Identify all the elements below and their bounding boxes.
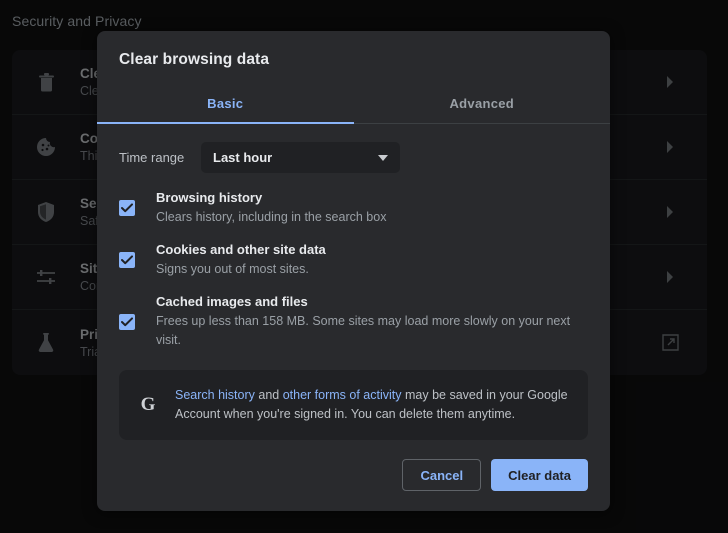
option-title: Browsing history: [156, 190, 263, 205]
dialog-body: Time range Last hour Browsing history Cl…: [97, 124, 610, 459]
chevron-down-icon: [378, 154, 388, 161]
time-range-value: Last hour: [213, 150, 273, 165]
clear-browsing-data-dialog: Clear browsing data Basic Advanced Time …: [97, 31, 610, 511]
notice-mid: and: [254, 388, 283, 402]
dialog-tabs: Basic Advanced: [97, 85, 610, 124]
option-title: Cookies and other site data: [156, 242, 326, 257]
cancel-button[interactable]: Cancel: [402, 459, 482, 491]
time-range-control: Time range Last hour: [119, 142, 588, 173]
clear-data-button[interactable]: Clear data: [491, 459, 588, 491]
option-text: Cookies and other site data Signs you ou…: [135, 241, 588, 279]
option-description: Signs you out of most sites.: [156, 262, 309, 276]
google-g-icon: G: [140, 394, 156, 415]
active-tab-indicator: [97, 122, 354, 124]
checkbox-cookies[interactable]: [119, 252, 135, 268]
option-description: Frees up less than 158 MB. Some sites ma…: [156, 314, 571, 347]
tab-basic[interactable]: Basic: [97, 85, 354, 123]
option-browsing-history[interactable]: Browsing history Clears history, includi…: [119, 189, 588, 227]
other-activity-link[interactable]: other forms of activity: [283, 388, 402, 402]
option-description: Clears history, including in the search …: [156, 210, 387, 224]
dialog-title: Clear browsing data: [119, 51, 270, 68]
checkbox-cached-images[interactable]: [119, 313, 135, 330]
option-cookies[interactable]: Cookies and other site data Signs you ou…: [119, 241, 588, 279]
search-history-link[interactable]: Search history: [175, 388, 255, 402]
option-text: Cached images and files Frees up less th…: [135, 293, 588, 350]
notice-text: Search history and other forms of activi…: [159, 386, 570, 424]
clear-options-list: Browsing history Clears history, includi…: [119, 189, 588, 350]
option-title: Cached images and files: [156, 294, 308, 309]
dialog-footer: Cancel Clear data: [97, 459, 610, 511]
option-cached-images[interactable]: Cached images and files Frees up less th…: [119, 293, 588, 350]
google-account-notice: G Search history and other forms of acti…: [119, 370, 588, 440]
checkbox-browsing-history[interactable]: [119, 200, 135, 216]
tab-advanced[interactable]: Advanced: [354, 85, 611, 123]
option-text: Browsing history Clears history, includi…: [135, 189, 588, 227]
time-range-label: Time range: [119, 150, 185, 165]
time-range-select[interactable]: Last hour: [201, 142, 400, 173]
